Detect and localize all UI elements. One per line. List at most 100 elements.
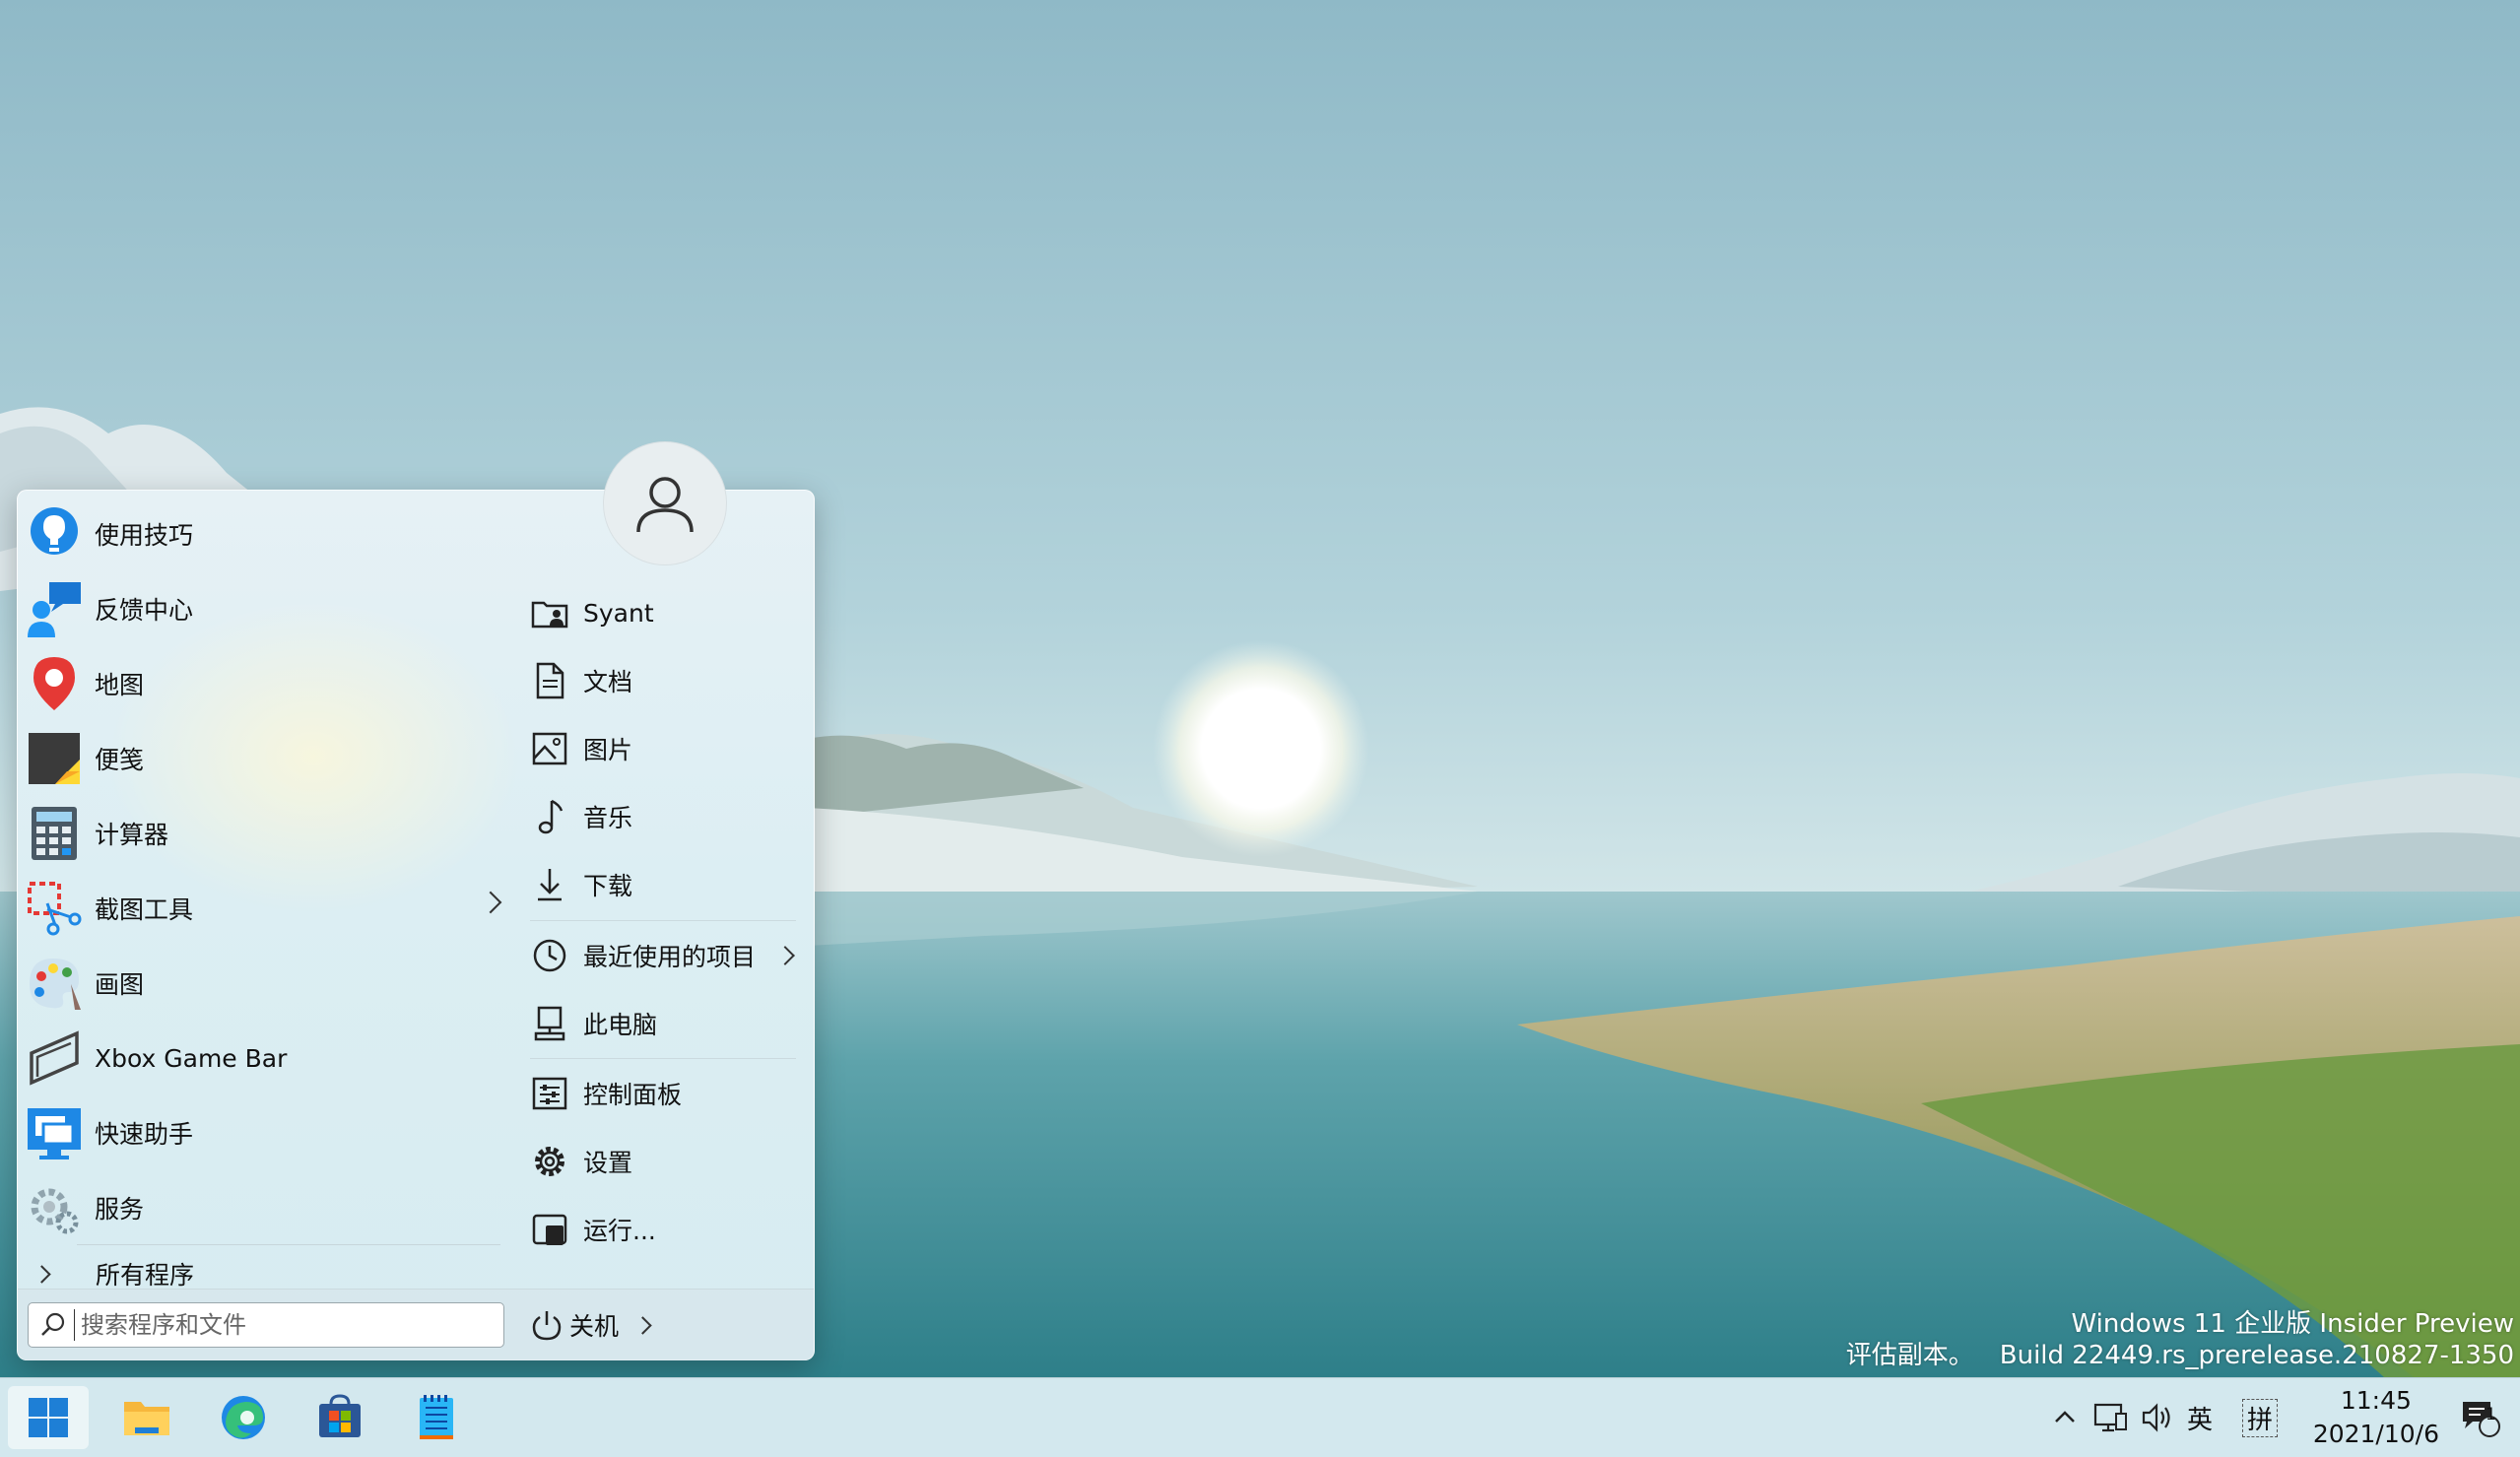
download-icon — [530, 865, 569, 904]
power-label: 关机 — [569, 1312, 620, 1341]
app-label: 使用技巧 — [95, 521, 194, 550]
place-item-pictures[interactable]: 图片 — [522, 718, 798, 779]
app-item-services[interactable]: 服务 — [26, 1172, 508, 1243]
quick-assist-icon — [26, 1104, 83, 1161]
app-label: Xbox Game Bar — [95, 1043, 288, 1073]
gear-icon — [530, 1142, 569, 1181]
clock-time: 11:45 — [2340, 1386, 2412, 1415]
app-label: 地图 — [95, 671, 145, 699]
place-label: 设置 — [583, 1149, 633, 1177]
xbox-game-bar-icon — [26, 1029, 83, 1087]
place-item-documents[interactable]: 文档 — [522, 650, 798, 711]
tray-overflow-button[interactable] — [2047, 1378, 2083, 1457]
app-label: 计算器 — [95, 821, 169, 849]
clock-icon — [530, 936, 569, 975]
sticky-notes-icon — [26, 730, 83, 787]
file-explorer-icon — [124, 1402, 169, 1435]
power-button[interactable]: 关机 — [530, 1299, 652, 1351]
all-programs-label: 所有程序 — [96, 1261, 195, 1290]
picture-icon — [530, 729, 569, 768]
user-folder-icon — [530, 593, 569, 632]
network-button[interactable] — [2092, 1378, 2128, 1457]
app-label: 画图 — [95, 970, 145, 999]
watermark-edition: Windows 11 企业版 Insider Preview — [2071, 1309, 2514, 1339]
chevron-right-icon[interactable] — [479, 891, 502, 914]
start-icon — [29, 1398, 68, 1437]
place-item-settings[interactable]: 设置 — [522, 1131, 798, 1192]
user-avatar[interactable] — [603, 441, 727, 565]
document-icon — [530, 661, 569, 700]
place-item-downloads[interactable]: 下载 — [522, 854, 798, 915]
taskbar-store[interactable] — [299, 1386, 380, 1449]
notification-button[interactable]: 1 — [2459, 1378, 2502, 1457]
chevron-right-icon[interactable] — [775, 946, 795, 965]
services-icon — [26, 1179, 83, 1236]
chevron-up-icon — [2055, 1411, 2075, 1423]
volume-button[interactable] — [2140, 1378, 2175, 1457]
place-item-run[interactable]: 运行... — [522, 1199, 798, 1260]
app-item-maps[interactable]: 地图 — [26, 648, 508, 719]
taskbar-notepad[interactable] — [396, 1386, 477, 1449]
app-item-paint[interactable]: 画图 — [26, 948, 508, 1019]
music-icon — [530, 797, 569, 836]
divider — [77, 1244, 500, 1245]
place-item-control-panel[interactable]: 控制面板 — [522, 1063, 798, 1124]
app-item-feedback-hub[interactable]: 反馈中心 — [26, 573, 508, 644]
search-icon — [41, 1312, 65, 1336]
place-item-music[interactable]: 音乐 — [522, 786, 798, 847]
input-language-button[interactable]: 英 — [2187, 1378, 2213, 1457]
app-item-sticky-notes[interactable]: 便笺 — [26, 723, 508, 794]
divider — [530, 1058, 796, 1059]
app-item-calculator[interactable]: 计算器 — [26, 798, 508, 869]
clock-date: 2021/10/6 — [2312, 1420, 2439, 1448]
input-language-label: 英 — [2187, 1405, 2214, 1435]
place-label: 运行... — [583, 1217, 656, 1245]
speaker-icon — [2142, 1403, 2170, 1432]
place-item-recent[interactable]: 最近使用的项目 — [522, 925, 798, 986]
edge-icon — [222, 1396, 265, 1439]
snipping-tool-icon — [26, 880, 83, 937]
place-label: 图片 — [583, 736, 633, 764]
search-input[interactable] — [74, 1309, 477, 1341]
place-label: 音乐 — [583, 804, 633, 832]
place-label: 最近使用的项目 — [583, 943, 757, 971]
evaluation-watermark: Windows 11 企业版 Insider Preview 评估副本。 Buil… — [1846, 1308, 2514, 1371]
app-label: 反馈中心 — [95, 596, 194, 625]
chevron-right-icon — [33, 1264, 51, 1284]
calculator-icon — [26, 805, 83, 862]
watermark-build-number: Build 22449.rs_prerelease.210827-1350 — [1999, 1341, 2514, 1370]
run-icon — [530, 1210, 569, 1249]
notepad-icon — [420, 1395, 453, 1439]
paint-icon — [26, 955, 83, 1012]
chevron-right-icon[interactable] — [633, 1315, 652, 1335]
computer-icon — [530, 1004, 569, 1043]
app-item-quick-assist[interactable]: 快速助手 — [26, 1097, 508, 1168]
place-item-this-pc[interactable]: 此电脑 — [522, 993, 798, 1054]
control-panel-icon — [530, 1074, 569, 1113]
divider — [530, 920, 796, 921]
ime-mode-button[interactable]: 拼 — [2242, 1378, 2279, 1457]
app-label: 快速助手 — [95, 1120, 194, 1149]
start-menu: 使用技巧 反馈中心 地图 便笺 计算器 截图工具 画图 Xbox Game Ba… — [17, 441, 815, 1360]
place-label: 控制面板 — [583, 1081, 683, 1109]
network-icon — [2093, 1403, 2127, 1432]
ime-mode-label: 拼 — [2242, 1398, 2279, 1437]
app-label: 截图工具 — [95, 895, 194, 924]
taskbar: 英 拼 11:45 2021/10/6 1 — [0, 1377, 2520, 1457]
taskbar-edge[interactable] — [203, 1386, 284, 1449]
power-icon — [532, 1311, 562, 1341]
start-button[interactable] — [8, 1386, 89, 1449]
taskbar-file-explorer[interactable] — [106, 1386, 187, 1449]
watermark-eval-copy: 评估副本。 — [1845, 1341, 1974, 1370]
user-icon — [636, 477, 694, 533]
app-item-xbox-game-bar[interactable]: Xbox Game Bar — [26, 1023, 508, 1093]
start-menu-bottom-bar: 关机 — [18, 1289, 814, 1360]
store-icon — [319, 1394, 361, 1437]
clock[interactable]: 11:45 2021/10/6 — [2313, 1384, 2439, 1451]
place-label: 此电脑 — [583, 1011, 658, 1039]
app-label: 服务 — [95, 1195, 145, 1224]
search-box[interactable] — [28, 1302, 504, 1348]
place-item-user-folder[interactable]: Syant — [522, 582, 798, 643]
app-item-snipping-tool[interactable]: 截图工具 — [26, 873, 508, 944]
app-item-tips[interactable]: 使用技巧 — [26, 498, 508, 569]
